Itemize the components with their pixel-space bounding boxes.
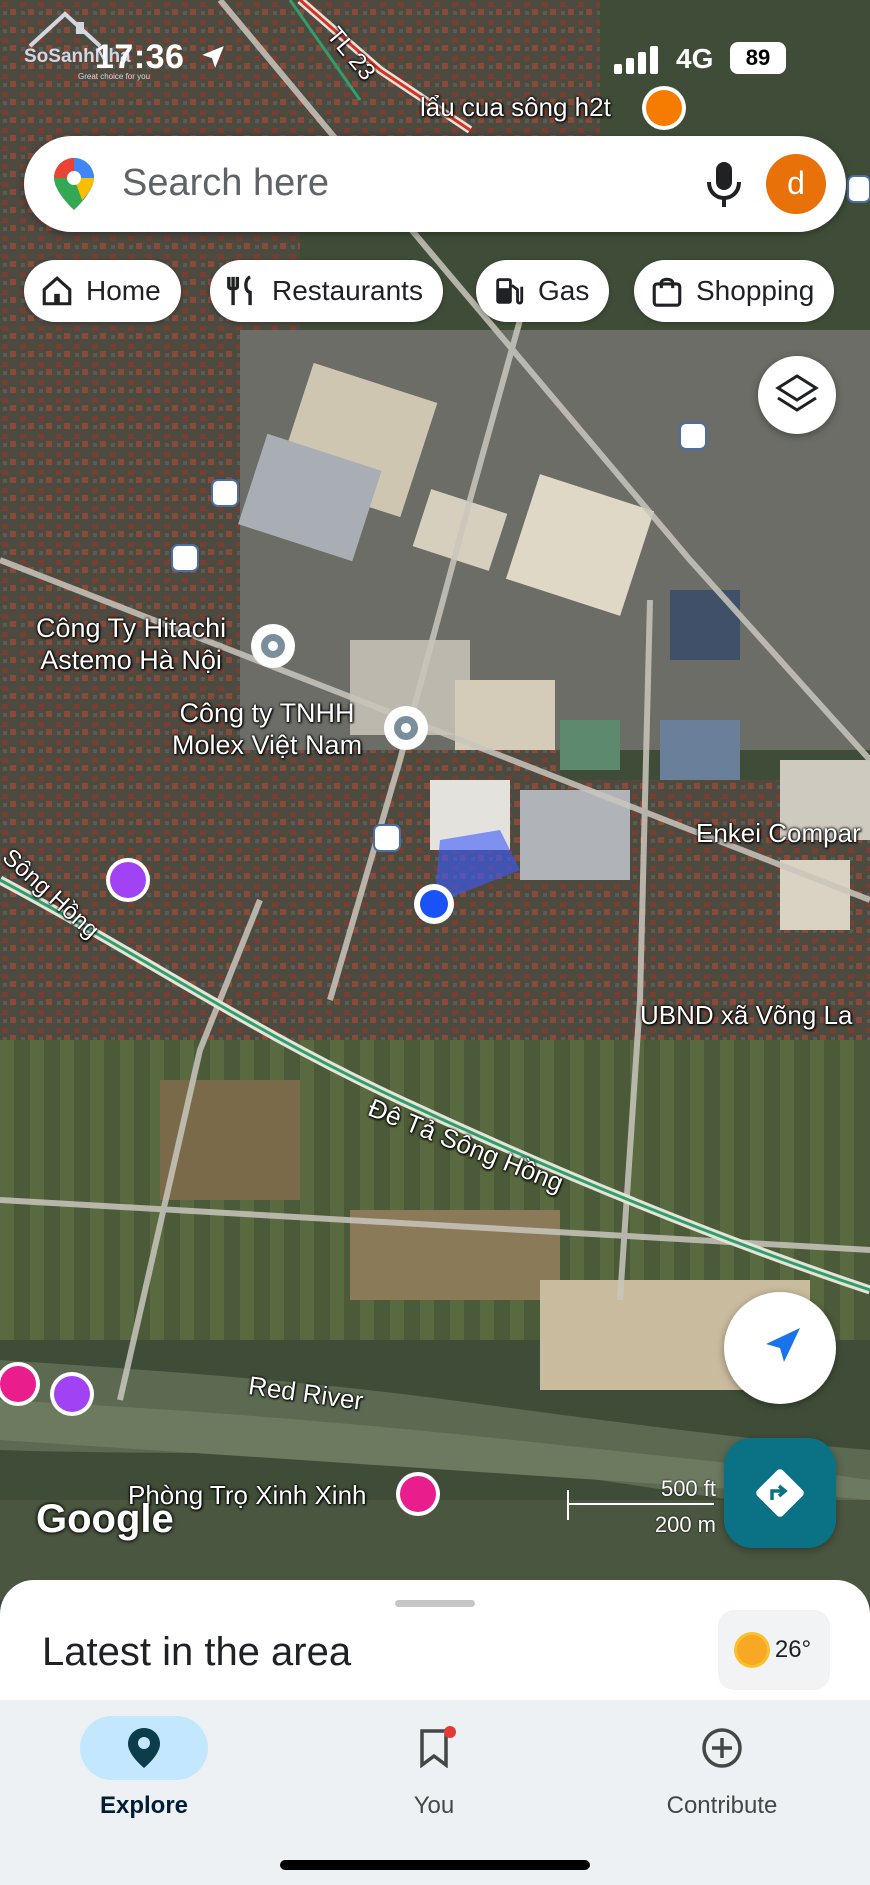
nav-explore[interactable]: Explore [44,1716,244,1826]
nav-contribute-label: Contribute [666,1792,778,1819]
layers-icon [775,374,819,412]
my-location-button[interactable] [724,1292,836,1404]
signal-icon [614,46,658,74]
network-type: 4G [676,43,714,74]
chip-home[interactable]: Home [24,260,181,322]
chip-shopping[interactable]: Shopping [634,260,835,322]
map-scale: 500 ft 200 m [566,1470,716,1540]
gas-pump-icon [496,278,524,305]
account-avatar[interactable]: d [766,154,826,214]
place-label-hitachi[interactable]: Công Ty Hitachi Astemo Hà Nội [36,612,226,677]
sheet-drag-handle[interactable] [395,1600,475,1607]
temperature: 26° [774,1636,812,1663]
watermark-text: SoSanhNha [24,46,131,67]
fork-knife-icon [227,275,252,306]
bottom-navigation: Explore You Contribute [0,1700,870,1885]
microphone-icon[interactable] [700,158,748,210]
explore-pin-icon [128,1728,160,1768]
place-label-molex[interactable]: Công ty TNHH Molex Việt Nam [172,697,362,762]
google-maps-pin-icon [54,158,94,210]
nav-you-label: You [413,1792,455,1819]
watermark-logo: SoSanhNha Great choice for you [20,8,170,81]
google-logo: Google [36,1497,174,1541]
location-arrow-icon [202,46,224,68]
directions-icon [756,1469,804,1517]
chip-gas[interactable]: Gas [476,260,610,322]
directions-button[interactable] [724,1438,836,1548]
weather-chip[interactable]: 26° [718,1610,830,1690]
chip-restaurants-label: Restaurants [272,275,423,306]
scale-feet: 500 ft [660,1476,716,1501]
search-input[interactable]: Search here [122,162,329,205]
place-label-ubnd[interactable]: UBND xã Võng La [640,1000,852,1031]
scale-meters: 200 m [654,1512,716,1537]
watermark-subtext: Great choice for you [78,72,151,81]
nav-you[interactable]: You [334,1716,534,1826]
search-bar[interactable]: Search here d [24,136,846,232]
add-circle-icon [702,1728,742,1768]
layers-button[interactable] [758,356,836,434]
notification-dot [444,1726,456,1738]
nav-contribute[interactable]: Contribute [622,1716,822,1826]
chip-gas-label: Gas [538,275,590,306]
sun-icon [736,1635,767,1665]
chip-shopping-label: Shopping [696,275,815,306]
chip-restaurants[interactable]: Restaurants [210,260,443,322]
latest-in-area-sheet[interactable]: Latest in the area 26° [0,1580,870,1700]
shopping-bag-icon [652,277,682,307]
nav-explore-label: Explore [99,1792,189,1819]
place-label-enkei[interactable]: Enkei Compar [696,818,861,849]
sheet-title: Latest in the area [42,1630,352,1674]
chip-home-label: Home [86,275,161,306]
home-indicator[interactable] [280,1860,590,1870]
home-icon [42,276,72,306]
battery-indicator: 89 [730,42,786,74]
navigation-arrow-icon [766,1328,800,1362]
